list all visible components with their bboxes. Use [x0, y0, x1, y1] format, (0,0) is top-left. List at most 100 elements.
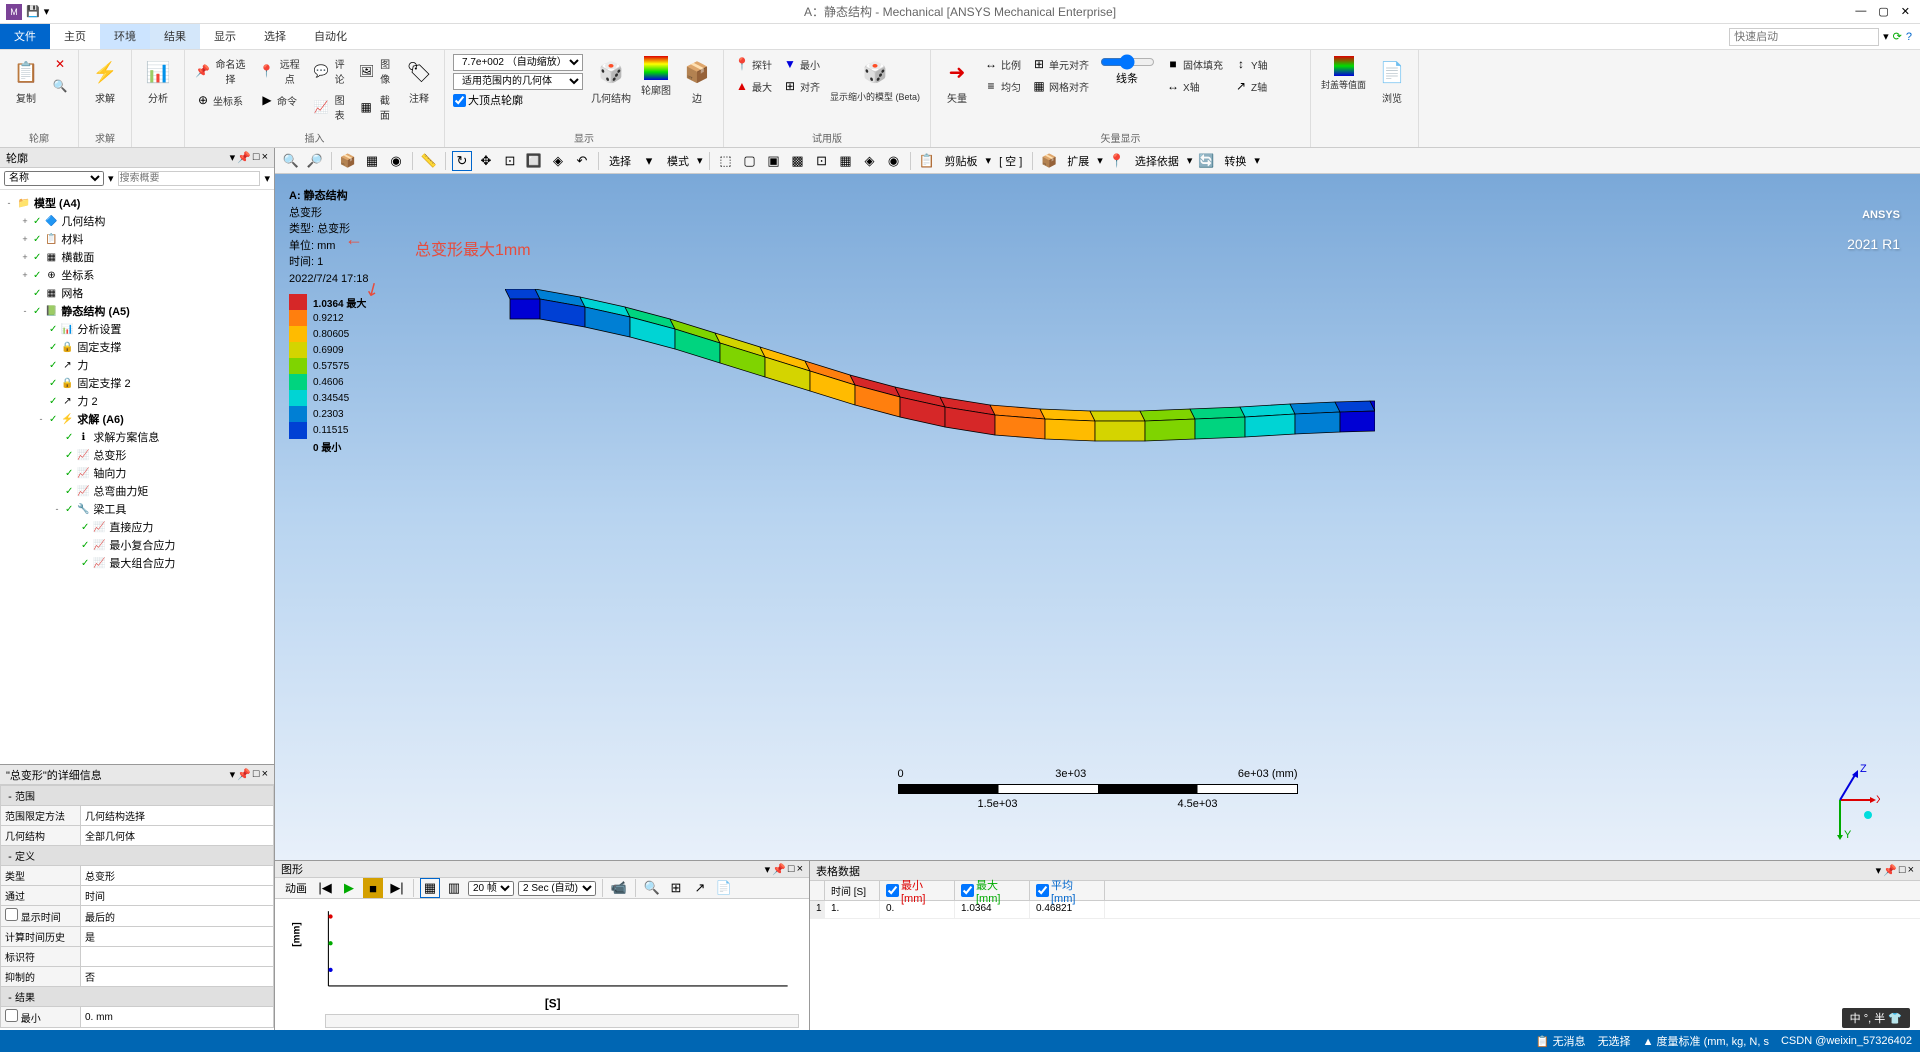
- filter-select[interactable]: 名称: [4, 171, 104, 186]
- duration-select[interactable]: 2 Sec (自动): [518, 881, 596, 896]
- anim-stop-icon[interactable]: ■: [363, 878, 383, 898]
- chart-exp-icon[interactable]: ↗: [690, 878, 710, 898]
- table-close-icon[interactable]: ×: [1908, 864, 1914, 877]
- clipboard-label[interactable]: 剪贴板: [941, 153, 982, 169]
- time-scrollbar[interactable]: [325, 1014, 799, 1028]
- table-pin-icon[interactable]: ▾: [1876, 864, 1882, 877]
- shade-icon[interactable]: ◉: [386, 151, 406, 171]
- chart-csv-icon[interactable]: 📄: [714, 878, 734, 898]
- tree-node[interactable]: ✓🔒固定支撑 2: [4, 374, 270, 392]
- sel-face-icon[interactable]: ▣: [764, 151, 784, 171]
- iso-icon[interactable]: ◈: [548, 151, 568, 171]
- search-next-icon[interactable]: ▾: [264, 172, 270, 185]
- chart-button[interactable]: 📈图表: [312, 90, 351, 124]
- details-max-icon[interactable]: □: [253, 768, 260, 781]
- tree-node[interactable]: ✓ℹ求解方案信息: [4, 428, 270, 446]
- table-row[interactable]: 1 1. 0. 1.0364 0.46821: [810, 901, 1920, 919]
- tree-node[interactable]: +✓🔷几何结构: [4, 212, 270, 230]
- expand-icon[interactable]: 📦: [1039, 151, 1059, 171]
- qat-dropdown-icon[interactable]: ▾: [44, 5, 50, 18]
- align-button[interactable]: ⊞对齐: [780, 76, 822, 96]
- browse-button[interactable]: 📄浏览: [1374, 54, 1410, 143]
- select-mode-icon[interactable]: ▾: [639, 151, 659, 171]
- zaxis-btn[interactable]: ↗Z轴: [1231, 76, 1270, 96]
- graph-max-icon[interactable]: □: [788, 863, 795, 876]
- chart-opt-icon[interactable]: ⊞: [666, 878, 686, 898]
- pane-max-icon[interactable]: □: [253, 151, 260, 164]
- section-button[interactable]: ▦截面: [357, 90, 396, 124]
- tree-node[interactable]: ✓📈轴向力: [4, 464, 270, 482]
- graphics-viewport[interactable]: A: 静态结构 总变形 类型: 总变形 单位: mm 时间: 1 2022/7/…: [275, 174, 1920, 860]
- min-button[interactable]: ▼最小: [780, 54, 822, 74]
- tree-node[interactable]: ✓📊分析设置: [4, 320, 270, 338]
- scale-select[interactable]: 7.7e+002 （自动缩放）: [453, 54, 583, 71]
- graph-pin-icon[interactable]: ▾: [765, 863, 771, 876]
- tree-node[interactable]: ✓📈最小复合应力: [4, 536, 270, 554]
- save-icon[interactable]: 💾: [26, 5, 40, 18]
- tab-file[interactable]: 文件: [0, 24, 50, 49]
- mode-dd[interactable]: ▾: [697, 154, 703, 167]
- sel-edge-icon[interactable]: ▢: [740, 151, 760, 171]
- clipboard-icon[interactable]: 📋: [917, 151, 937, 171]
- filter-dropdown-icon[interactable]: ▾: [108, 172, 114, 185]
- anim-mode2-icon[interactable]: ▥: [444, 878, 464, 898]
- tree-node[interactable]: ✓📈最大组合应力: [4, 554, 270, 572]
- status-units[interactable]: ▲ 度量标准 (mm, kg, N, s: [1643, 1033, 1769, 1049]
- sel-vertex-icon[interactable]: ⬚: [716, 151, 736, 171]
- grid-align-btn[interactable]: ▦网格对齐: [1029, 76, 1091, 96]
- max-button[interactable]: ▲最大: [732, 76, 774, 96]
- remote-pt-button[interactable]: 📍远程点: [257, 54, 306, 88]
- tab-results[interactable]: 结果: [150, 24, 200, 49]
- probe-button[interactable]: 📍探针: [732, 54, 774, 74]
- anim-mode1-icon[interactable]: ▦: [420, 878, 440, 898]
- pin-icon[interactable]: ▾: [230, 151, 236, 164]
- ruler-icon[interactable]: 📏: [419, 151, 439, 171]
- triad-icon[interactable]: X Y Z: [1820, 760, 1880, 840]
- outline-search-input[interactable]: [118, 171, 261, 186]
- col-avg-check[interactable]: [1036, 884, 1049, 897]
- sel-body-icon[interactable]: ▩: [788, 151, 808, 171]
- rotate-icon[interactable]: ↻: [452, 151, 472, 171]
- help-icon[interactable]: ?: [1906, 31, 1912, 43]
- conv-dd[interactable]: ▾: [1254, 154, 1260, 167]
- tab-home[interactable]: 主页: [50, 24, 100, 49]
- frames-select[interactable]: 20 帧: [468, 881, 514, 896]
- tab-env[interactable]: 环境: [100, 24, 150, 49]
- unit-align-btn[interactable]: ⊞单元对齐: [1029, 54, 1091, 74]
- maximize-icon[interactable]: ▢: [1878, 5, 1888, 18]
- tree-node[interactable]: +✓⊕坐标系: [4, 266, 270, 284]
- anim-first-icon[interactable]: |◀: [315, 878, 335, 898]
- vec-slider1[interactable]: [1100, 54, 1155, 70]
- clip-dd[interactable]: ▾: [986, 154, 992, 167]
- col-min-check[interactable]: [886, 884, 899, 897]
- tree-node[interactable]: +✓▦横截面: [4, 248, 270, 266]
- tree-node[interactable]: -✓📗静态结构 (A5): [4, 302, 270, 320]
- solid-fill-btn[interactable]: ■固体填充: [1163, 54, 1225, 74]
- tree-node[interactable]: -✓⚡求解 (A6): [4, 410, 270, 428]
- zoom-in-icon[interactable]: 🔍: [281, 151, 301, 171]
- details-float-icon[interactable]: 📌: [237, 768, 251, 781]
- tab-auto[interactable]: 自动化: [300, 24, 361, 49]
- seldep-dd[interactable]: ▾: [1187, 154, 1193, 167]
- delete-button[interactable]: ✕: [50, 54, 70, 74]
- tree-node[interactable]: -📁模型 (A4): [4, 194, 270, 212]
- details-close-icon[interactable]: ×: [262, 768, 268, 781]
- float-icon[interactable]: 📌: [237, 151, 251, 164]
- table-max-icon[interactable]: □: [1899, 864, 1906, 877]
- command-button[interactable]: ▶命令: [257, 90, 306, 110]
- tab-select[interactable]: 选择: [250, 24, 300, 49]
- sel-node-icon[interactable]: ⊡: [812, 151, 832, 171]
- xaxis-btn[interactable]: ↔X轴: [1163, 76, 1225, 96]
- sel-more2-icon[interactable]: ◉: [884, 151, 904, 171]
- exp-dd[interactable]: ▾: [1097, 154, 1103, 167]
- prev-view-icon[interactable]: ↶: [572, 151, 592, 171]
- refresh-icon[interactable]: ⟳: [1893, 30, 1902, 43]
- tree-node[interactable]: ✓📈总变形: [4, 446, 270, 464]
- details-pin-icon[interactable]: ▾: [230, 768, 236, 781]
- graph-float-icon[interactable]: 📌: [772, 863, 786, 876]
- pane-close-icon[interactable]: ×: [262, 151, 268, 164]
- minimize-icon[interactable]: —: [1855, 5, 1866, 18]
- find-button[interactable]: 🔍: [50, 76, 70, 96]
- tree-node[interactable]: ✓📈总弯曲力矩: [4, 482, 270, 500]
- tree-node[interactable]: ✓▦网格: [4, 284, 270, 302]
